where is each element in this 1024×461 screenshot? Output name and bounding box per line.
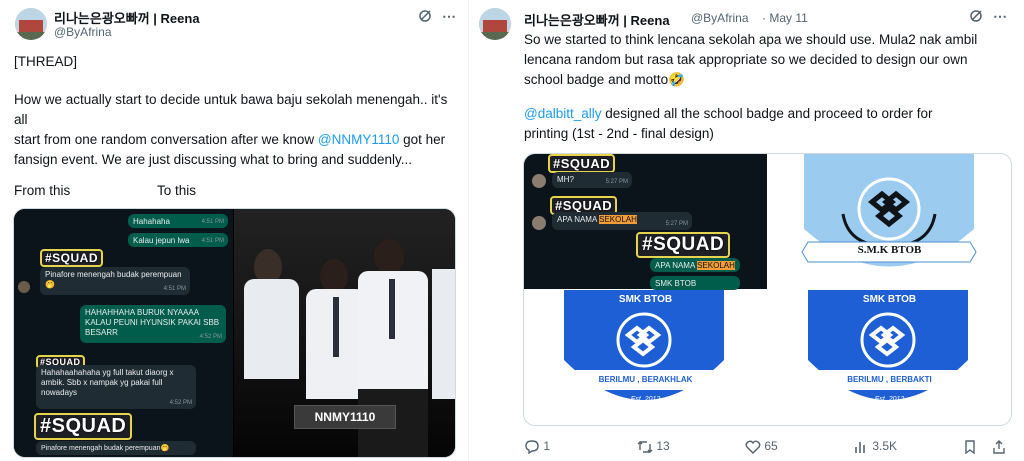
heart-icon	[745, 440, 761, 454]
badge-est: Est. 2012	[630, 396, 661, 403]
author-handle[interactable]: @ByAfrina	[691, 11, 749, 25]
tweet-right: 리나는은광오빠꺼 | Reena @ByAfrina · May 11 ⋯ So…	[469, 0, 1024, 461]
chat-message: Kalau jepun lwa 4:51 PM	[128, 233, 228, 247]
stage-photo[interactable]: NNMY1110	[234, 209, 455, 457]
badge-motto: BERILMU , BERAKHLAK	[598, 375, 693, 384]
bookmark-button[interactable]	[963, 439, 977, 455]
tweet-text: How we actually start to decide untuk ba…	[14, 90, 454, 170]
text-line-3: school badge and motto🤣	[524, 72, 685, 87]
chat-message: Pinafore menengah budak perempuan🤭	[36, 441, 196, 455]
mention-link[interactable]: @dalbitt_ally	[524, 106, 602, 121]
badge-ribbon-text: S.M.K BTOB	[857, 244, 922, 256]
badge-top-text: SMK BTOB	[618, 294, 673, 305]
tweet-date[interactable]: · May 11	[762, 11, 808, 25]
chat-message: Hahahaha 4:51 PM	[128, 214, 228, 228]
chat-message: HAHAHHAHA BURUK NYAAAA KALAU PEUNI HYUNS…	[80, 305, 226, 343]
bookmark-icon	[965, 440, 975, 455]
reply-count: 1	[543, 439, 551, 453]
text-line-5: printing (1st - 2nd - final design)	[524, 126, 714, 141]
chat-screenshot[interactable]: Hahahaha 4:51 PM Kalau jepun lwa 4:51 PM #…	[14, 209, 233, 457]
chat-avatar	[532, 216, 546, 230]
more-icon[interactable]: ⋯	[440, 7, 458, 25]
badge-est: Est. 2012	[874, 396, 905, 403]
chat-message: MH? 5:27 PM	[552, 172, 632, 188]
chat-avatar	[532, 174, 546, 188]
tweet-text: So we started to think lencana sekolah a…	[524, 30, 1014, 90]
grok-icon[interactable]	[967, 9, 985, 27]
repost-icon	[637, 440, 653, 453]
author-name[interactable]: 리나는은광오빠꺼 | Reena	[524, 10, 670, 29]
media-grid[interactable]: Hahahaha 4:51 PM Kalau jepun lwa 4:51 PM #…	[13, 208, 456, 458]
squad-sticker: #SQUAD	[636, 232, 731, 258]
badge-design-3[interactable]: SMK BTOB BERILMU , BERBAKTI Est. 2012	[768, 290, 1011, 425]
like-count: 65	[764, 439, 778, 453]
squad-sticker: #SQUAD	[548, 154, 616, 173]
text-line-4: @dalbitt_ally designed all the school ba…	[524, 106, 933, 121]
avatar[interactable]	[15, 8, 47, 40]
from-label: From this	[14, 183, 71, 198]
badge-design-2[interactable]: SMK BTOB BERILMU , BERAKHLAK Est. 2012	[524, 290, 767, 425]
tweet-left: 리나는은광오빠꺼 | Reena @ByAfrina ⋯ [THREAD] Ho…	[0, 0, 469, 461]
views-count: 3.5K	[872, 439, 898, 453]
thread-label: [THREAD]	[14, 54, 78, 69]
chat-message: APA NAMA SEKOLAH 5:27 PM	[552, 212, 692, 230]
share-icon	[993, 439, 1005, 454]
reply-button[interactable]: 1	[524, 439, 551, 455]
repost-count: 13	[656, 439, 670, 453]
avatar[interactable]	[479, 8, 511, 40]
chat-message: SMK BTOB	[650, 276, 740, 290]
text-line-1: So we started to think lencana sekolah a…	[524, 32, 978, 47]
photo-caption: NNMY1110	[294, 405, 396, 429]
share-button[interactable]	[992, 439, 1006, 454]
chat-avatar	[18, 281, 30, 293]
chat-screenshot[interactable]: #SQUAD MH? 5:27 PM #SQUAD APA NAMA SEKOLA…	[524, 154, 767, 290]
squad-sticker: #SQUAD	[34, 413, 133, 440]
chat-message: Hahahaahahaha yg full takut diaorg x amb…	[36, 365, 196, 409]
badge-top-text: SMK BTOB	[862, 294, 917, 305]
text-line-1: How we actually start to decide untuk ba…	[14, 92, 448, 127]
views-button[interactable]: 3.5K	[853, 439, 897, 454]
text-line-2: lencana random but rasa tak appropriate …	[524, 52, 968, 67]
media-grid[interactable]: #SQUAD MH? 5:27 PM #SQUAD APA NAMA SEKOLA…	[523, 153, 1012, 426]
tweet-text-2: @dalbitt_ally designed all the school ba…	[524, 104, 1014, 144]
chat-message: APA NAMA SEKOLAH	[650, 258, 740, 272]
reply-icon	[525, 440, 539, 455]
badge-design-1[interactable]: S.M.K BTOB ESTD 2012	[768, 154, 1011, 289]
repost-button[interactable]: 13	[637, 439, 670, 454]
more-icon[interactable]: ⋯	[991, 7, 1009, 25]
text-line-2: start from one random conversation after…	[14, 132, 446, 147]
grok-icon[interactable]	[416, 9, 434, 27]
author-handle[interactable]: @ByAfrina	[54, 25, 112, 39]
to-label: To this	[157, 183, 197, 198]
badge-motto: BERILMU , BERBAKTI	[847, 375, 932, 384]
text-line-3: fansign event. We are just discussing wh…	[14, 152, 412, 167]
mention-link[interactable]: @NNMY1110	[318, 132, 399, 147]
like-button[interactable]: 65	[745, 439, 778, 454]
squad-sticker: #SQUAD	[40, 249, 104, 267]
badge-est: ESTD 2012	[873, 270, 906, 276]
views-icon	[855, 441, 865, 453]
chat-message: Pinafore menengah budak perempuan🤭 4:51 P…	[40, 267, 190, 295]
